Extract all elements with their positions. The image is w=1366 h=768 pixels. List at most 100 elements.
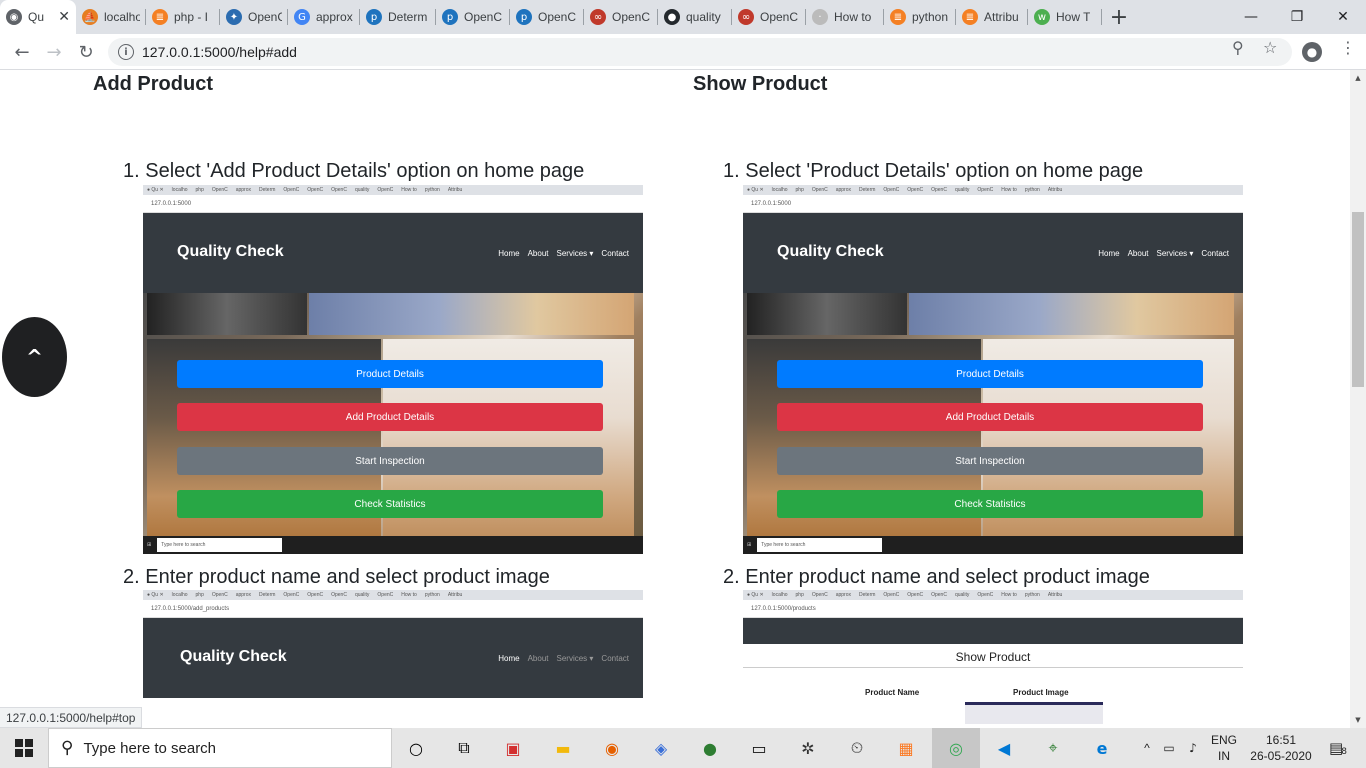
mini-nav-home: Home xyxy=(498,654,520,663)
browser-tab-label: How to xyxy=(834,10,872,24)
pyimagesearch-icon: p xyxy=(366,9,382,25)
scroll-to-top-button[interactable]: ^ xyxy=(2,317,67,397)
mini-product-table: Show Product Product Name Product Image xyxy=(743,644,1243,724)
language-indicator[interactable]: ENG IN xyxy=(1206,728,1242,768)
browser-tab-label: OpenC xyxy=(612,10,651,24)
browser-tab[interactable]: p OpenC xyxy=(510,0,584,34)
add-step1-screenshot: ● Qu ✕ localho php OpenC approx Determ OpenC Op… xyxy=(143,185,643,560)
link-status-bubble: 127.0.0.1:5000/help#top xyxy=(0,707,143,728)
menu-kebab-icon[interactable]: ⋮ xyxy=(1340,38,1356,57)
clock[interactable]: 16:51 26-05-2020 xyxy=(1248,728,1314,768)
browser-tab-label: OpenC xyxy=(760,10,799,24)
volume-icon[interactable]: ♪ xyxy=(1182,728,1204,768)
profile-avatar-icon[interactable]: ● xyxy=(1302,42,1322,62)
browser-tab[interactable]: ◉ Qu ✕ xyxy=(0,0,76,34)
mini-navbar: Quality Check Home About Services ▾ Contact xyxy=(143,618,643,698)
spring-tool-icon[interactable]: ● xyxy=(695,733,725,763)
forward-icon[interactable]: → xyxy=(42,40,66,64)
mini-nav-contact: Contact xyxy=(601,249,629,258)
news-app-icon[interactable]: ▣ xyxy=(498,733,528,763)
browser-tab[interactable]: ⛵ localho xyxy=(76,0,146,34)
phpmyadmin-icon: ⛵ xyxy=(82,9,98,25)
firefox-icon[interactable]: ◉ xyxy=(597,733,627,763)
file-explorer-icon[interactable]: ▬ xyxy=(548,733,578,763)
page-scrollbar[interactable]: ▲ ▼ xyxy=(1350,70,1366,728)
mini-brand: Quality Check xyxy=(180,648,287,665)
browser-tab-label: approx xyxy=(316,10,353,24)
back-icon[interactable]: ← xyxy=(10,40,34,64)
scroll-up-arrow-icon[interactable]: ▲ xyxy=(1350,70,1366,86)
mini-nav-services: Services ▾ xyxy=(556,654,594,663)
mini-nav-services: Services ▾ xyxy=(1156,249,1194,258)
github-icon: ● xyxy=(664,9,680,25)
mini-nav-links: Home About Services ▾ Contact xyxy=(1090,249,1229,258)
start-button[interactable] xyxy=(0,728,48,768)
vscode-icon[interactable]: ◀ xyxy=(989,733,1019,763)
browser-tab-label: php - I xyxy=(174,10,209,24)
browser-tab[interactable]: p OpenC xyxy=(436,0,510,34)
cortana-icon[interactable]: ○ xyxy=(401,733,431,763)
browser-tab-label: python xyxy=(912,10,949,24)
browser-tab[interactable]: ≣ php - I xyxy=(146,0,220,34)
browser-tab[interactable]: · How to xyxy=(806,0,884,34)
network-app-icon[interactable]: ✲ xyxy=(793,733,823,763)
browser-tab[interactable]: w How T xyxy=(1028,0,1102,34)
address-bar[interactable]: i 127.0.0.1:5000/help#add xyxy=(108,38,1292,66)
show-product-heading: Show Product xyxy=(693,73,828,95)
browser-tab[interactable]: Gapprox xyxy=(288,0,360,34)
clock-app-icon[interactable]: ⏲ xyxy=(842,733,872,763)
mini-nav-about: About xyxy=(527,249,549,258)
scrollbar-thumb[interactable] xyxy=(1352,212,1364,387)
xampp-icon[interactable]: ▦ xyxy=(891,733,921,763)
task-view-icon[interactable]: ⧉ xyxy=(449,733,479,763)
notifications-icon[interactable]: ▤ 8 xyxy=(1318,728,1358,768)
mini-product-thumbnail xyxy=(965,702,1103,724)
mini-nav-about: About xyxy=(1127,249,1149,258)
taskbar-search-placeholder: Type here to search xyxy=(83,739,217,757)
browser-tab-label: Qu xyxy=(28,10,45,24)
battery-icon[interactable]: ▭ xyxy=(1158,728,1180,768)
browser-tab-label: Determ xyxy=(388,10,428,24)
browser-tab[interactable]: ∞ OpenC xyxy=(732,0,806,34)
mini-start-inspection-button: Start Inspection xyxy=(177,447,603,475)
terminal-icon[interactable]: ▭ xyxy=(744,733,774,763)
tensor-icon: ✦ xyxy=(226,9,242,25)
maps-app-icon[interactable]: ⌖ xyxy=(1038,733,1068,763)
restore-button[interactable]: ❐ xyxy=(1274,0,1320,34)
close-tab-icon[interactable]: ✕ xyxy=(58,9,70,25)
mini-nav-contact: Contact xyxy=(601,654,629,663)
browser-tab[interactable]: p Determ xyxy=(360,0,436,34)
mini-tab-strip: ● Qu ✕ localho php OpenC approx Determ OpenC Op… xyxy=(143,185,643,195)
stackoverflow-icon: ≣ xyxy=(152,9,168,25)
scroll-down-arrow-icon[interactable]: ▼ xyxy=(1350,712,1366,728)
add-step1-text: 1. Select 'Add Product Details' option o… xyxy=(123,160,585,182)
windows-logo-icon xyxy=(15,739,33,757)
reload-icon[interactable]: ↻ xyxy=(74,40,98,64)
browser-tab[interactable]: ● quality xyxy=(658,0,732,34)
clock-date: 26-05-2020 xyxy=(1250,749,1312,763)
zoom-icon[interactable]: ⚲ xyxy=(1232,38,1244,57)
site-info-icon[interactable]: i xyxy=(118,44,134,60)
browser-tab[interactable]: ∞ OpenC xyxy=(584,0,658,34)
browser-tab[interactable]: ✦ OpenC xyxy=(220,0,288,34)
close-window-button[interactable]: ✕ xyxy=(1320,0,1366,34)
mini-address-bar: 127.0.0.1:5000/products xyxy=(743,600,1243,618)
chrome-taskbar-icon[interactable]: ◎ xyxy=(932,728,980,768)
mini-hero-image: Product Details Add Product Details Star… xyxy=(743,293,1243,536)
browser-tab[interactable]: ≣ Attribu xyxy=(956,0,1028,34)
tray-overflow-icon[interactable]: ^ xyxy=(1136,728,1158,768)
browser-tab-label: OpenC xyxy=(538,10,577,24)
minimize-button[interactable]: — xyxy=(1228,0,1274,34)
browser-tab-label: Attribu xyxy=(984,10,1019,24)
bookmark-star-icon[interactable]: ☆ xyxy=(1263,38,1277,57)
taskbar-search-box[interactable]: ⚲ Type here to search xyxy=(48,728,392,768)
edge-icon[interactable]: e xyxy=(1087,733,1117,763)
new-tab-button[interactable]: + xyxy=(1102,0,1136,34)
mini-nav-services: Services ▾ xyxy=(556,249,594,258)
edge-dev-icon[interactable]: ◈ xyxy=(646,733,676,763)
add-product-heading: Add Product xyxy=(93,73,213,95)
address-url[interactable]: 127.0.0.1:5000/help#add xyxy=(142,44,297,60)
browser-tab[interactable]: ≣ python xyxy=(884,0,956,34)
opencv-icon: ∞ xyxy=(738,9,754,25)
show-step2-text: 2. Enter product name and select product… xyxy=(723,566,1150,588)
